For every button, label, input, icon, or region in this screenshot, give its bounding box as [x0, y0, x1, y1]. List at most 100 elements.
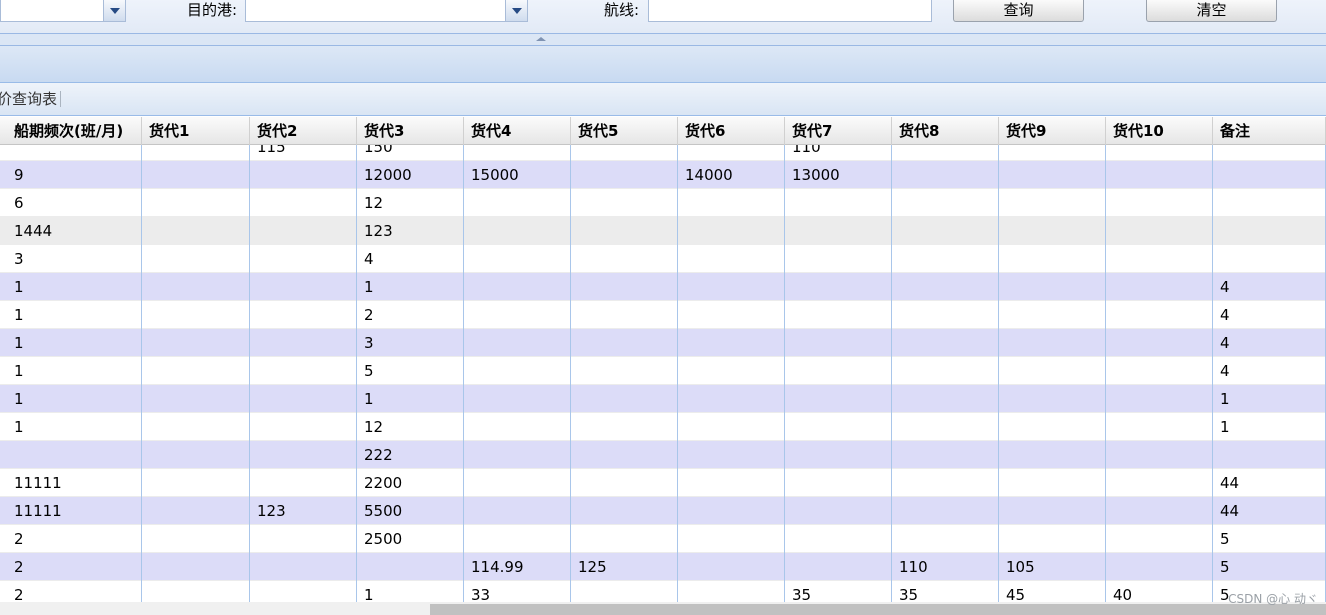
table-cell[interactable] [999, 329, 1106, 357]
column-header[interactable]: 货代2 [250, 117, 357, 145]
table-cell[interactable] [678, 553, 785, 581]
table-row[interactable]: 1 3 4 [0, 329, 1326, 357]
table-cell[interactable] [142, 301, 250, 329]
table-cell[interactable] [142, 497, 250, 525]
table-cell[interactable] [999, 161, 1106, 189]
table-cell[interactable]: 4 [1213, 329, 1326, 357]
table-cell[interactable] [678, 525, 785, 553]
region-splitter[interactable] [0, 33, 1326, 46]
table-cell[interactable] [678, 385, 785, 413]
table-cell[interactable] [785, 497, 892, 525]
table-cell[interactable] [1106, 161, 1213, 189]
table-cell[interactable] [892, 385, 999, 413]
table-cell[interactable] [678, 413, 785, 441]
table-cell[interactable]: 44 [1213, 469, 1326, 497]
route-input[interactable] [648, 0, 932, 22]
table-cell[interactable] [785, 413, 892, 441]
table-cell[interactable] [892, 357, 999, 385]
table-cell[interactable] [1213, 161, 1326, 189]
table-cell[interactable]: 44 [1213, 497, 1326, 525]
table-cell[interactable] [785, 273, 892, 301]
table-cell[interactable] [678, 441, 785, 469]
table-cell[interactable] [250, 581, 357, 602]
table-cell[interactable] [1106, 145, 1213, 161]
table-cell[interactable]: 222 [357, 441, 464, 469]
table-cell[interactable] [892, 525, 999, 553]
table-cell[interactable] [142, 161, 250, 189]
table-cell[interactable] [785, 525, 892, 553]
table-cell[interactable] [892, 329, 999, 357]
table-cell[interactable] [464, 525, 571, 553]
table-cell[interactable] [1106, 301, 1213, 329]
column-header[interactable]: 船期频次(班/月) [7, 117, 142, 145]
table-row[interactable]: 2 2500 5 [0, 525, 1326, 553]
table-row[interactable]: 1 2 4 [0, 301, 1326, 329]
column-header[interactable]: 货代1 [142, 117, 250, 145]
table-cell[interactable]: 5 [357, 357, 464, 385]
table-cell[interactable] [892, 301, 999, 329]
table-cell[interactable] [142, 581, 250, 602]
table-cell[interactable] [142, 413, 250, 441]
table-cell[interactable] [678, 273, 785, 301]
table-cell[interactable] [1106, 525, 1213, 553]
table-cell[interactable]: 1 [357, 581, 464, 602]
table-cell[interactable] [250, 329, 357, 357]
column-header[interactable]: 货代6 [678, 117, 785, 145]
table-cell[interactable]: 110 [892, 553, 999, 581]
table-cell[interactable]: 1 [7, 273, 142, 301]
table-row[interactable]: 2 1 33 35 35 45 40 5 [0, 581, 1326, 602]
table-cell[interactable] [892, 441, 999, 469]
table-cell[interactable] [464, 385, 571, 413]
table-cell[interactable] [1106, 245, 1213, 273]
table-cell[interactable] [571, 525, 678, 553]
column-header[interactable]: 货代8 [892, 117, 999, 145]
table-cell[interactable] [250, 385, 357, 413]
table-cell[interactable] [464, 497, 571, 525]
table-cell[interactable]: 1 [357, 385, 464, 413]
table-cell[interactable] [250, 189, 357, 217]
table-cell[interactable]: 1 [1213, 413, 1326, 441]
table-cell[interactable]: 2500 [357, 525, 464, 553]
table-cell[interactable] [250, 217, 357, 245]
table-cell[interactable] [892, 469, 999, 497]
table-cell[interactable] [464, 145, 571, 161]
table-cell[interactable] [1106, 497, 1213, 525]
table-cell[interactable] [678, 301, 785, 329]
table-cell[interactable] [571, 581, 678, 602]
table-cell[interactable]: 114.99 [464, 553, 571, 581]
table-cell[interactable] [999, 413, 1106, 441]
table-cell[interactable] [571, 245, 678, 273]
table-cell[interactable]: 9 [7, 161, 142, 189]
table-cell[interactable]: 5 [1213, 525, 1326, 553]
table-cell[interactable]: 115 [250, 145, 357, 161]
table-cell[interactable]: 2 [357, 301, 464, 329]
query-button[interactable]: 查询 [953, 0, 1084, 22]
table-cell[interactable] [464, 245, 571, 273]
table-cell[interactable] [1213, 217, 1326, 245]
table-cell[interactable] [678, 189, 785, 217]
table-row[interactable]: 222 [0, 441, 1326, 469]
table-cell[interactable]: 2 [7, 553, 142, 581]
table-cell[interactable] [999, 273, 1106, 301]
table-cell[interactable]: 1 [7, 329, 142, 357]
table-cell[interactable] [250, 273, 357, 301]
table-cell[interactable] [678, 497, 785, 525]
table-cell[interactable]: 35 [892, 581, 999, 602]
table-cell[interactable]: 3 [7, 245, 142, 273]
collapse-up-icon[interactable] [534, 36, 548, 42]
table-cell[interactable] [892, 273, 999, 301]
table-cell[interactable]: 12 [357, 189, 464, 217]
table-row[interactable]: 1 5 4 [0, 357, 1326, 385]
table-row[interactable]: 11111 123 5500 44 [0, 497, 1326, 525]
column-header[interactable]: 货代5 [571, 117, 678, 145]
table-cell[interactable] [571, 301, 678, 329]
table-cell[interactable] [785, 469, 892, 497]
table-cell[interactable]: 4 [1213, 357, 1326, 385]
column-header[interactable]: 货代3 [357, 117, 464, 145]
table-cell[interactable] [142, 553, 250, 581]
table-cell[interactable] [250, 525, 357, 553]
table-cell[interactable] [571, 189, 678, 217]
table-cell[interactable] [892, 189, 999, 217]
column-header[interactable]: 货代4 [464, 117, 571, 145]
table-cell[interactable] [142, 189, 250, 217]
